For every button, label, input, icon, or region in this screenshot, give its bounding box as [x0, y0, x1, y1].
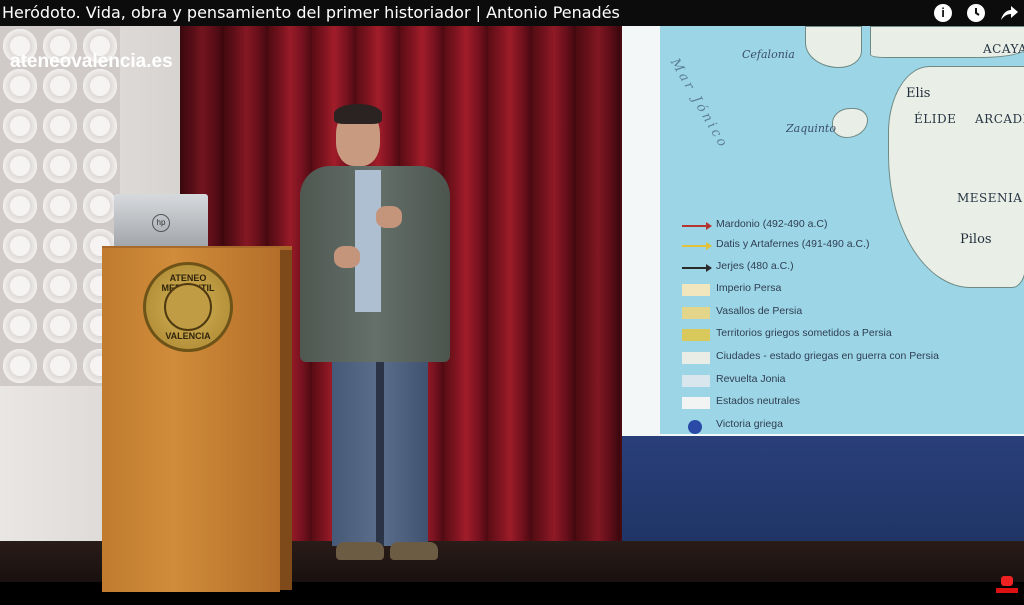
video-frame[interactable]: ateneovalencia.es Mar Jónico Cefalonia A…	[0, 26, 1024, 605]
legend-swatch	[682, 329, 710, 341]
place-label: ARCADI	[975, 112, 1024, 126]
share-icon[interactable]	[999, 4, 1019, 22]
legend-label: Ciudades - estado griegas en guerra con …	[716, 350, 939, 362]
video-title-bar: Heródoto. Vida, obra y pensamiento del p…	[0, 0, 1024, 26]
youtube-subscribe-icon[interactable]	[996, 576, 1018, 596]
legend-label: Estados neutrales	[716, 395, 801, 407]
island-shape	[832, 108, 868, 138]
ateneo-emblem: ATENEO MERCANTIL VALENCIA	[143, 262, 233, 352]
legend-swatch	[682, 307, 710, 319]
clock-icon[interactable]	[967, 4, 985, 22]
map-slide: Mar Jónico Cefalonia ACAYA Elis ÉLIDE AR…	[660, 26, 1024, 434]
legend-label: Datis y Artafernes (491-490 a.C.)	[716, 238, 870, 250]
legend-label: Revuelta Jonia	[716, 373, 786, 385]
place-label: Pilos	[960, 232, 992, 247]
info-icon[interactable]: i	[934, 4, 952, 22]
hp-logo-icon: hp	[152, 214, 170, 232]
legend-label: Imperio Persa	[716, 282, 782, 294]
legend-swatch	[682, 352, 710, 364]
legend-arrow-icon	[682, 242, 712, 250]
legend-label: Territorios griegos sometidos a Persia	[716, 327, 892, 339]
screen-lower-band	[622, 436, 1024, 541]
island-shape	[805, 26, 862, 68]
legend-label: Vasallos de Persia	[716, 305, 803, 317]
legend-arrow-icon	[682, 222, 712, 230]
place-label: ÉLIDE	[914, 112, 957, 126]
video-title[interactable]: Heródoto. Vida, obra y pensamiento del p…	[2, 3, 620, 22]
place-label: MESENIA	[957, 191, 1023, 205]
laptop: hp	[114, 194, 208, 250]
victory-marker-icon	[688, 420, 702, 434]
crest-icon	[164, 283, 212, 331]
place-label: ACAYA	[983, 42, 1024, 56]
place-label: Elis	[906, 86, 931, 101]
legend-arrow-icon	[682, 264, 712, 272]
sea-label: Mar Jónico	[667, 56, 732, 152]
channel-watermark: ateneovalencia.es	[10, 51, 173, 72]
place-label: Zaquinto	[786, 122, 836, 135]
legend-swatch	[682, 375, 710, 387]
legend-label: Mardonio (492-490 a.C)	[716, 218, 828, 230]
emblem-bottom-text: VALENCIA	[165, 331, 211, 341]
legend-swatch	[682, 284, 710, 296]
legend-label: Jerjes (480 a.C.)	[716, 260, 794, 272]
place-label: Cefalonia	[742, 48, 795, 61]
legend-label: Victoria griega	[716, 418, 783, 430]
legend-swatch	[682, 397, 710, 409]
